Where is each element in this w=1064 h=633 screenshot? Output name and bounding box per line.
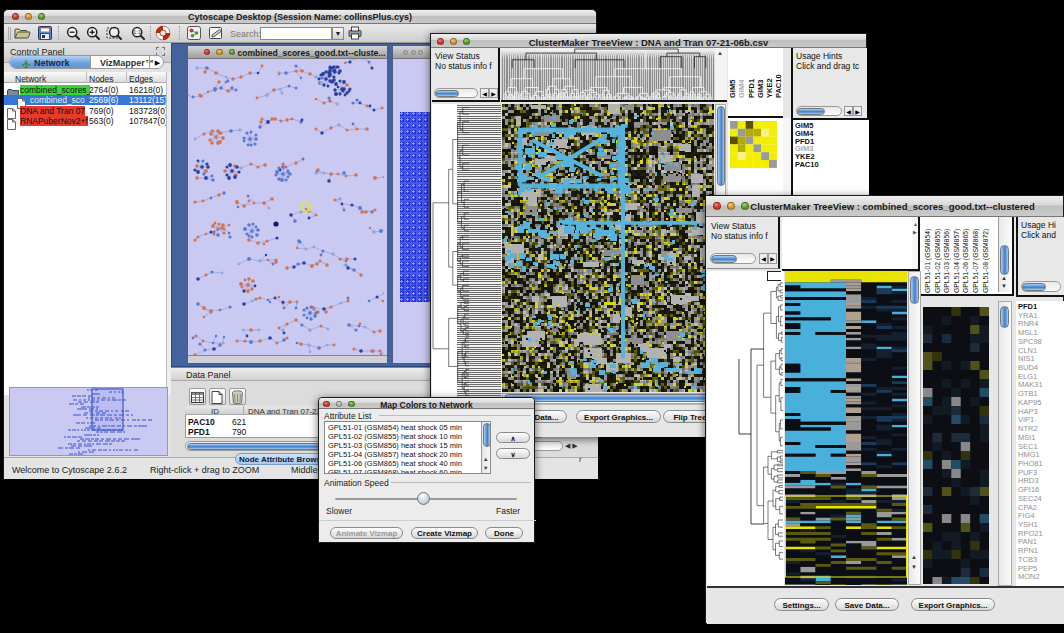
svg-text:1:1: 1:1 [133,29,141,35]
